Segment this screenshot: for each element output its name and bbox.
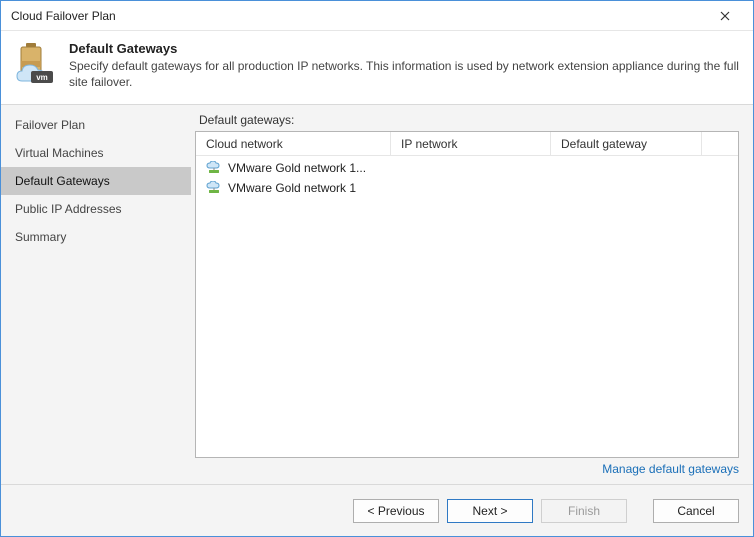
window-title: Cloud Failover Plan	[11, 9, 705, 23]
main-panel: Default gateways: Cloud network IP netwo…	[191, 105, 753, 484]
previous-button[interactable]: < Previous	[353, 499, 439, 523]
column-cloud-network[interactable]: Cloud network	[196, 132, 391, 155]
wizard-footer: < Previous Next > Finish Cancel	[1, 484, 753, 536]
column-tail	[702, 132, 738, 155]
column-default-gateway[interactable]: Default gateway	[551, 132, 702, 155]
table-row[interactable]: VMware Gold network 1...	[196, 158, 738, 178]
header-subtitle: Specify default gateways for all product…	[69, 58, 741, 90]
next-button[interactable]: Next >	[447, 499, 533, 523]
cloud-network-icon	[206, 181, 222, 195]
column-ip-network[interactable]: IP network	[391, 132, 551, 155]
wizard-body: Failover Plan Virtual Machines Default G…	[1, 105, 753, 484]
table-body: VMware Gold network 1... VMware Gold net…	[196, 156, 738, 457]
wizard-sidebar: Failover Plan Virtual Machines Default G…	[1, 105, 191, 484]
titlebar: Cloud Failover Plan	[1, 1, 753, 31]
sidebar-item-summary[interactable]: Summary	[1, 223, 191, 251]
header-text: Default Gateways Specify default gateway…	[69, 41, 741, 90]
sidebar-item-public-ip-addresses[interactable]: Public IP Addresses	[1, 195, 191, 223]
sidebar-item-default-gateways[interactable]: Default Gateways	[1, 167, 191, 195]
manage-row: Manage default gateways	[195, 458, 739, 476]
sidebar-item-virtual-machines[interactable]: Virtual Machines	[1, 139, 191, 167]
close-icon	[720, 11, 730, 21]
close-button[interactable]	[705, 2, 745, 30]
sidebar-item-failover-plan[interactable]: Failover Plan	[1, 111, 191, 139]
header-icon: vm	[13, 41, 57, 85]
cell-cloud-network: VMware Gold network 1	[228, 181, 356, 195]
finish-button: Finish	[541, 499, 627, 523]
manage-default-gateways-link[interactable]: Manage default gateways	[602, 462, 739, 476]
svg-text:vm: vm	[36, 73, 48, 82]
cloud-network-icon	[206, 161, 222, 175]
header-title: Default Gateways	[69, 41, 741, 56]
gateways-table: Cloud network IP network Default gateway…	[195, 131, 739, 458]
wizard-header: vm Default Gateways Specify default gate…	[1, 31, 753, 105]
section-label: Default gateways:	[195, 113, 739, 127]
cancel-button[interactable]: Cancel	[653, 499, 739, 523]
cell-cloud-network: VMware Gold network 1...	[228, 161, 366, 175]
table-header: Cloud network IP network Default gateway	[196, 132, 738, 156]
table-row[interactable]: VMware Gold network 1	[196, 178, 738, 198]
